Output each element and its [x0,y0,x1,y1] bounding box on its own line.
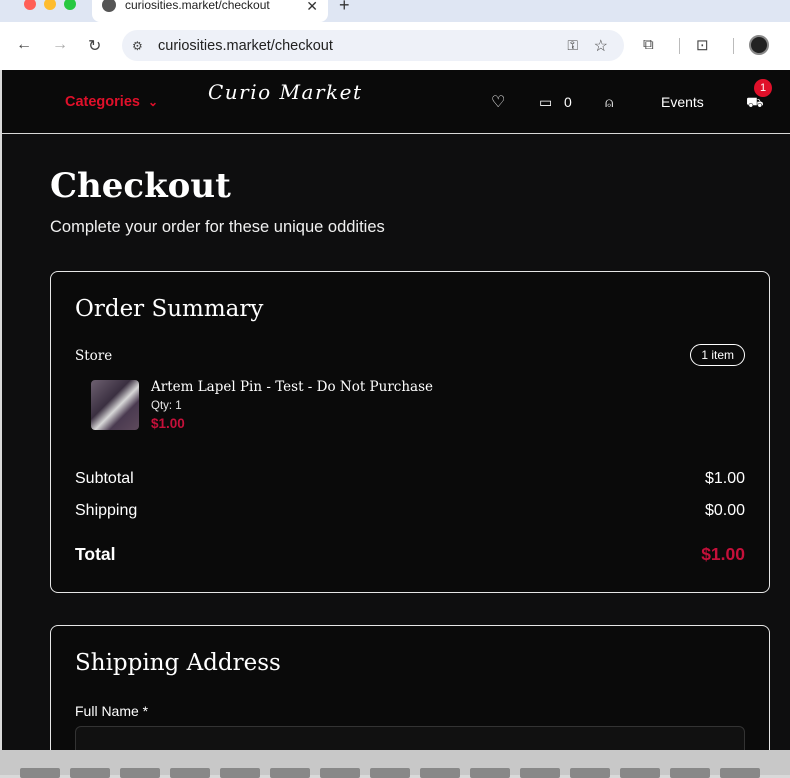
dock-app-icon[interactable] [320,768,360,778]
user-icon[interactable]: ⍝ [605,94,613,111]
dock-app-icon[interactable] [620,768,660,778]
product-name[interactable]: Artem Lapel Pin - Test - Do Not Purchase [151,379,433,395]
dock-app-icon[interactable] [470,768,510,778]
total-label: Total [75,544,116,564]
order-summary-card: Order Summary Store 1 item Artem Lapel P… [50,271,770,593]
shipping-value: $0.00 [704,502,745,519]
dock-app-icon[interactable] [70,768,110,778]
dock [0,750,790,778]
url-text: curiosities.market/checkout [158,37,333,54]
product-price: $1.00 [151,416,185,431]
dock-app-icon[interactable] [270,768,310,778]
dock-app-icon[interactable] [120,768,160,778]
password-key-icon[interactable]: ⚿ [567,37,578,54]
dock-app-icon[interactable] [670,768,710,778]
page-title: Checkout [50,166,231,206]
browser-tab[interactable]: curiosities.market/checkout ✕ [92,0,328,22]
product-quantity: Qty: 1 [151,400,182,412]
chevron-down-icon: ⌄ [147,95,159,109]
cart-count-badge: 1 [754,79,772,97]
shipping-address-title: Shipping Address [75,650,281,676]
site-header: Categories ⌄ Curio Market ♡ ▭ 0 ⍝ Events… [2,70,790,134]
events-link[interactable]: Events [661,94,704,110]
address-bar[interactable]: ⚙ curiosities.market/checkout ⚿ ☆ [122,30,624,61]
dock-app-icon[interactable] [370,768,410,778]
extensions-icon[interactable]: ⧉ [643,36,654,53]
site-settings-icon[interactable]: ⚙ [132,39,148,53]
new-tab-button[interactable]: + [339,0,350,16]
store-label: Store [75,348,113,364]
forward-arrow-icon[interactable]: → [52,36,68,54]
dock-app-icon[interactable] [20,768,60,778]
subtotal-label: Subtotal [75,470,134,487]
toolbar-divider [733,38,734,54]
shipping-label: Shipping [75,502,138,519]
browser-toolbar: ← → ↻ ⚙ curiosities.market/checkout ⚿ ☆ … [0,22,790,70]
tab-search-icon[interactable]: ⊡ [696,36,709,54]
page-subtitle: Complete your order for these unique odd… [50,218,385,236]
globe-icon [102,0,116,12]
total-value: $1.00 [701,544,745,564]
tab-title: curiosities.market/checkout [125,0,270,12]
messages-icon[interactable]: ▭ [539,94,552,111]
messages-count: 0 [564,94,572,110]
heart-icon[interactable]: ♡ [491,92,505,112]
site-logo[interactable]: Curio Market [208,80,363,104]
web-page: Categories ⌄ Curio Market ♡ ▭ 0 ⍝ Events… [2,70,790,750]
close-window-button[interactable] [24,0,36,10]
full-name-input[interactable] [75,726,745,750]
shipping-address-card: Shipping Address Full Name * [50,625,770,750]
categories-menu-button[interactable]: Categories ⌄ [65,94,158,110]
zoom-window-button[interactable] [64,0,76,10]
close-icon[interactable]: ✕ [306,0,318,15]
subtotal-value: $1.00 [704,470,745,487]
order-summary-title: Order Summary [75,296,264,322]
toolbar-divider [679,38,680,54]
dock-app-icon[interactable] [170,768,210,778]
full-name-label: Full Name * [75,703,149,719]
dock-app-icon[interactable] [520,768,560,778]
dock-app-icon[interactable] [220,768,260,778]
product-thumbnail[interactable] [91,380,139,430]
item-count-badge: 1 item [690,344,745,366]
dock-app-icon[interactable] [420,768,460,778]
dock-app-icon[interactable] [570,768,610,778]
categories-label: Categories [65,94,140,110]
back-arrow-icon[interactable]: ← [16,36,32,54]
dock-app-icon[interactable] [720,768,760,778]
bookmark-star-icon[interactable]: ☆ [594,36,608,56]
profile-avatar[interactable] [749,35,769,55]
minimize-window-button[interactable] [44,0,56,10]
browser-tab-bar: curiosities.market/checkout ✕ + [0,0,790,22]
reload-icon[interactable]: ↻ [88,36,101,56]
